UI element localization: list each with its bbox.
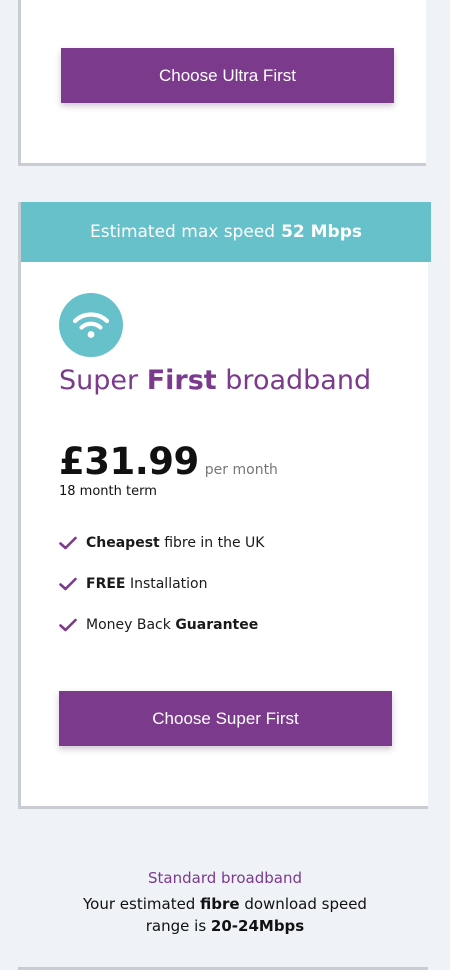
feature-item: Cheapest fibre in the UK <box>59 533 264 553</box>
feature-item: FREE Installation <box>59 574 264 594</box>
feature-text: Money Back <box>86 617 171 633</box>
check-icon <box>59 577 77 591</box>
speed-banner-value: 52 Mbps <box>281 222 363 242</box>
speed-banner: Estimated max speed 52 Mbps <box>21 202 431 262</box>
feature-list: Cheapest fibre in the UK FREE Installati… <box>59 533 264 656</box>
product-title-part1: Super <box>59 365 139 396</box>
choose-ultra-first-button[interactable]: Choose Ultra First <box>61 48 394 103</box>
standard-broadband-label: Standard broadband <box>148 869 302 887</box>
feature-text: Installation <box>129 576 208 592</box>
product-title-part3: broadband <box>225 365 372 396</box>
feature-bold: Guarantee <box>175 617 259 633</box>
choose-super-first-button[interactable]: Choose Super First <box>59 691 392 746</box>
standard-speed-description: Your estimated fibre download speed rang… <box>75 893 375 937</box>
ultra-first-card: Choose Ultra First <box>18 0 426 166</box>
contract-term: 18 month term <box>59 484 157 499</box>
feature-text: fibre in the UK <box>164 535 265 551</box>
feature-bold: Cheapest <box>86 535 160 551</box>
std-desc-bold1: fibre <box>200 895 240 913</box>
feature-bold: FREE <box>86 576 126 592</box>
price-period: per month <box>204 462 278 478</box>
price-row: £31.99 per month <box>59 440 278 483</box>
std-desc-text1: Your estimated <box>83 895 196 913</box>
super-first-card: Estimated max speed 52 Mbps Super First … <box>18 202 431 809</box>
feature-item: Money Back Guarantee <box>59 615 264 635</box>
price: £31.99 <box>59 440 199 483</box>
check-icon <box>59 618 77 632</box>
product-title: Super First broadband <box>59 365 371 396</box>
product-title-part2: First <box>146 365 217 396</box>
check-icon <box>59 536 77 550</box>
std-desc-bold2: 20-24Mbps <box>210 917 305 935</box>
wifi-icon <box>59 293 123 357</box>
speed-banner-label: Estimated max speed <box>89 222 276 242</box>
